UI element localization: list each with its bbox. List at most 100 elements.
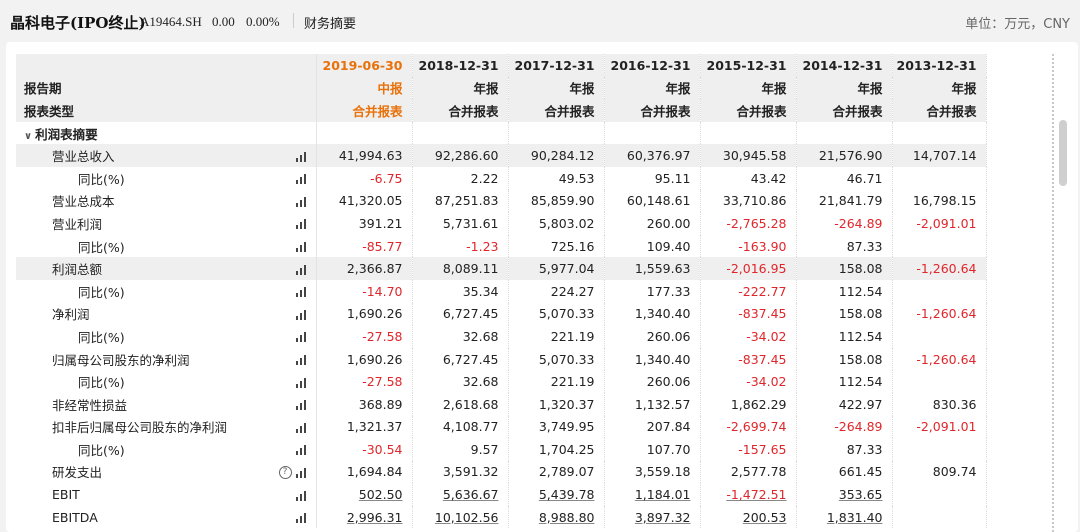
table-cell: 260.00 [604,212,701,235]
table-cell[interactable]: 200.53 [700,505,797,529]
report-period: 年报 [892,76,987,100]
header-row-dates: 2019-06-30 2018-12-31 2017-12-31 2016-12… [16,54,987,77]
section-row[interactable]: ∨ 利润表摘要 [16,121,987,145]
table-cell: 90,284.12 [508,144,605,167]
row-label: EBITDA [52,509,98,525]
report-period: 年报 [796,76,893,100]
column-date[interactable]: 2014-12-31 [796,54,893,77]
table-cell: 6,727.45 [412,347,509,371]
row-label: 同比(%) [78,375,125,391]
table-cell[interactable]: 5,439.78 [508,483,605,506]
table-cell[interactable]: 353.65 [796,483,893,506]
row-label: 利润总额 [16,257,271,280]
table-cell: 32.68 [412,370,509,393]
column-date[interactable]: 2018-12-31 [412,54,509,77]
table-cell[interactable]: 2,996.31 [316,505,413,529]
table-row: EBIT 502.50 5,636.67 5,439.78 1,184.01 -1,472… [16,483,987,506]
table-cell: 207.84 [604,415,701,439]
bar-chart-icon[interactable] [295,467,308,478]
table-cell: -264.89 [796,415,893,439]
row-label: 非经常性损益 [52,397,128,413]
bar-chart-icon[interactable] [295,332,308,343]
bar-chart-icon[interactable] [295,309,308,320]
table-cell: 1,321.37 [316,415,413,439]
table-cell [892,370,987,393]
table-cell: -1.23 [412,234,509,258]
column-date[interactable]: 2019-06-30 [316,54,413,77]
table-cell: -157.65 [700,438,797,461]
table-cell: 107.70 [604,438,701,461]
table-cell[interactable]: 1,831.40 [796,505,893,529]
table-row: 利润总额 2,366.87 8,089.11 5,977.04 1,559.63 -2,0… [16,257,987,280]
table-cell: 95.11 [604,166,701,190]
bar-chart-icon[interactable] [295,400,308,411]
bar-chart-icon[interactable] [295,287,308,298]
bar-chart-icon[interactable] [295,377,308,388]
table-row: EBITDA 2,996.31 10,102.56 8,988.80 3,897.32 2… [16,505,987,529]
table-cell: 2,618.68 [412,392,509,416]
table-cell: 224.27 [508,279,605,303]
bar-chart-icon[interactable] [295,264,308,275]
row-label: 扣非后归属母公司股东的净利润 [52,420,228,436]
column-date[interactable]: 2015-12-31 [700,54,797,77]
table-row: 扣非后归属母公司股东的净利润 1,321.37 4,108.77 3,749.95 20… [16,415,987,439]
chevron-down-icon[interactable]: ∨ [24,131,32,142]
table-cell: 60,376.97 [604,144,701,167]
company-name: 晶科电子(IPO终止) [10,14,146,32]
table-cell[interactable]: 8,988.80 [508,505,605,529]
table-cell: 21,841.79 [796,189,893,213]
table-cell: -222.77 [700,279,797,303]
table-row: 同比(%) -27.58 32.68 221.19 260.06 -34.02 112.54 [16,325,987,348]
table-cell: 33,710.86 [700,189,797,213]
bar-chart-icon[interactable] [295,219,308,230]
table-cell[interactable]: 1,184.01 [604,483,701,506]
table-cell[interactable]: 5,636.67 [412,483,509,506]
row-label: 同比(%) [78,171,125,187]
table-row: 同比(%) -27.58 32.68 221.19 260.06 -34.02 112.54 [16,370,987,393]
table-cell: -2,016.95 [700,257,797,280]
scrollbar[interactable] [1059,120,1067,186]
table-cell: 2.22 [412,166,509,190]
table-cell: 725.16 [508,234,605,258]
table-cell: 3,559.18 [604,460,701,484]
table-cell: 391.21 [316,212,413,235]
report-type: 合并报表 [316,99,413,122]
bar-chart-icon[interactable] [295,242,308,253]
column-date[interactable]: 2013-12-31 [892,54,987,77]
table-cell: -27.58 [316,325,413,348]
table-cell: 1,132.57 [604,392,701,416]
bar-chart-icon[interactable] [295,196,308,207]
table-cell: -163.90 [700,234,797,258]
bar-chart-icon[interactable] [295,490,308,501]
bar-chart-icon[interactable] [295,355,308,366]
column-date[interactable]: 2017-12-31 [508,54,605,77]
table-cell: 35.34 [412,279,509,303]
bar-chart-icon[interactable] [295,513,308,524]
tab-financial-summary[interactable]: 财务摘要 [304,13,356,32]
report-type-label: 报表类型 [16,99,271,122]
report-period: 中报 [316,76,413,100]
table-cell[interactable]: -1,472.51 [700,483,797,506]
bar-chart-icon[interactable] [295,422,308,433]
table-cell: 5,803.02 [508,212,605,235]
table-row: 同比(%) -30.54 9.57 1,704.25 107.70 -157.65 87.3… [16,438,987,461]
report-type: 合并报表 [604,99,701,122]
table-cell: 16,798.15 [892,189,987,213]
table-cell [892,438,987,461]
bar-chart-icon[interactable] [295,174,308,185]
table-row: 净利润 1,690.26 6,727.45 5,070.33 1,340.40 -837.… [16,302,987,326]
column-date[interactable]: 2016-12-31 [604,54,701,77]
bar-chart-icon[interactable] [295,151,308,162]
table-cell: 6,727.45 [412,302,509,326]
help-icon[interactable]: ? [278,466,292,480]
table-cell [892,279,987,303]
table-cell: 87.33 [796,234,893,258]
table-cell[interactable]: 10,102.56 [412,505,509,529]
table-cell[interactable]: 3,897.32 [604,505,701,529]
table-cell: 4,108.77 [412,415,509,439]
table-cell: 158.08 [796,347,893,371]
table-cell: 177.33 [604,279,701,303]
bar-chart-icon[interactable] [295,445,308,456]
table-cell[interactable]: 502.50 [316,483,413,506]
table-cell: 14,707.14 [892,144,987,167]
